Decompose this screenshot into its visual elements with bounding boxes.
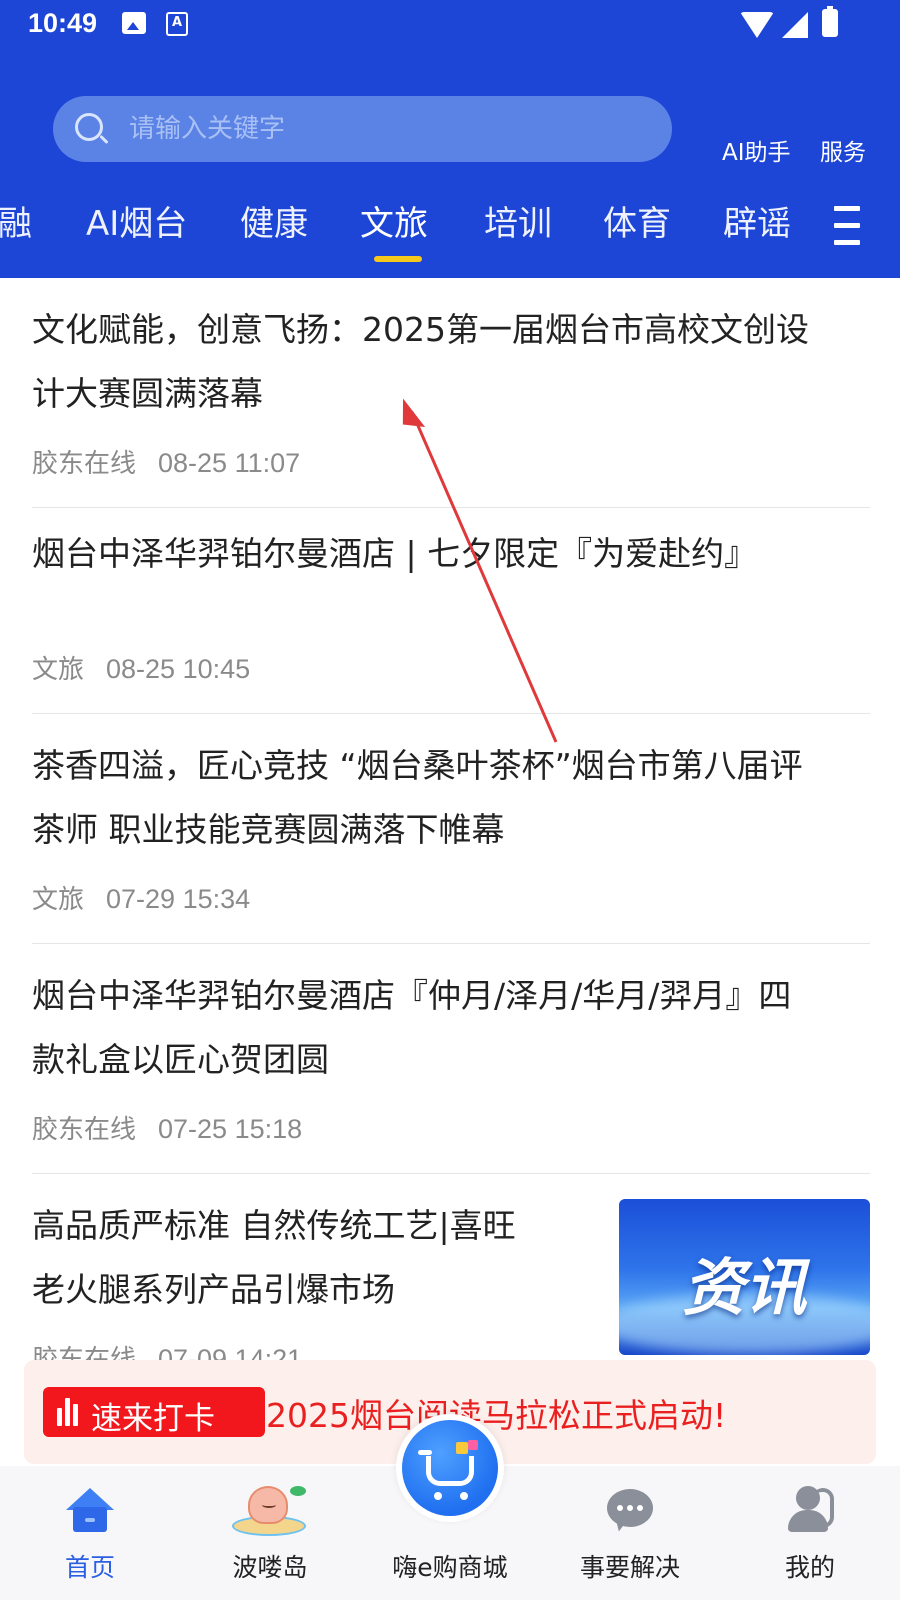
- news-time: 07-25 15:18: [158, 1114, 303, 1144]
- battery-charging-icon: [822, 6, 838, 37]
- news-meta: 胶东在线 07-25 15:18: [32, 1109, 302, 1146]
- a-notification-icon: A: [166, 12, 188, 36]
- news-title: 烟台中泽华羿铂尔曼酒店 | 七夕限定『为爱赴约』: [32, 534, 758, 573]
- news-source: 胶东在线: [32, 1115, 137, 1145]
- category-tabs: 融 AI烟台 健康 文旅 培训 体育 辟谣: [0, 196, 900, 266]
- news-source: 胶东在线: [32, 449, 137, 479]
- news-source: 文旅: [32, 655, 85, 685]
- news-source: 文旅: [32, 885, 85, 915]
- tab-rumor-refute[interactable]: 辟谣: [723, 196, 791, 245]
- list-item[interactable]: 烟台中泽华羿铂尔曼酒店『仲月/泽月/华月/羿月』四 款礼盒以匠心贺团圆 胶东在线…: [32, 944, 870, 1174]
- tab-sports[interactable]: 体育: [603, 196, 671, 245]
- active-tab-indicator: [374, 256, 422, 262]
- check-in-badge[interactable]: 速来打卡: [43, 1387, 265, 1437]
- menu-icon[interactable]: [834, 206, 860, 246]
- search-bar[interactable]: [53, 96, 672, 162]
- tab-ai-yantai[interactable]: AI烟台: [86, 196, 187, 245]
- list-item[interactable]: 茶香四溢，匠心竞技 “烟台桑叶茶杯”烟台市第八届评 茶师 职业技能竞赛圆满落下帷…: [32, 714, 870, 944]
- nav-item-home[interactable]: 首页: [0, 1466, 180, 1600]
- news-meta: 文旅 07-29 15:34: [32, 879, 250, 916]
- news-title: 高品质严标准 自然传统工艺|喜旺 老火腿系列产品引爆市场: [32, 1206, 516, 1309]
- news-time: 08-25 11:07: [158, 448, 301, 478]
- nav-item-mall[interactable]: 嗨e购商城: [360, 1414, 540, 1600]
- tab-training[interactable]: 培训: [484, 196, 552, 245]
- status-icons: [740, 6, 860, 40]
- search-icon: [75, 113, 103, 141]
- list-item[interactable]: 文化赋能，创意飞扬：2025第一届烟台市高校文创设 计大赛圆满落幕 胶东在线 08…: [32, 278, 870, 508]
- island-mascot-icon: [230, 1480, 310, 1540]
- chat-bubble-icon: [607, 1489, 653, 1533]
- news-title: 烟台中泽华羿铂尔曼酒店『仲月/泽月/华月/羿月』四 款礼盒以匠心贺团圆: [32, 976, 792, 1079]
- news-title: 茶香四溢，匠心竞技 “烟台桑叶茶杯”烟台市第八届评 茶师 职业技能竞赛圆满落下帷…: [32, 746, 803, 849]
- app-header: 10:49 A AI助手 服务 融 AI烟台 健康 文旅 培训 体育 辟谣: [0, 0, 900, 278]
- news-time: 08-25 10:45: [106, 654, 251, 684]
- thumbnail-text: 资讯: [682, 1251, 807, 1324]
- search-input[interactable]: [129, 96, 649, 162]
- news-thumbnail[interactable]: 资讯: [619, 1199, 870, 1355]
- news-meta: 文旅 08-25 10:45: [32, 649, 250, 686]
- status-time: 10:49: [28, 8, 98, 38]
- tab-culture-tourism[interactable]: 文旅: [360, 196, 428, 245]
- bar-chart-icon: [57, 1398, 79, 1426]
- nav-item-solve[interactable]: 事要解决: [540, 1466, 720, 1600]
- news-meta: 胶东在线 08-25 11:07: [32, 443, 300, 480]
- bottom-nav: 首页 波喽岛 嗨e购商城 事要解决 我的: [0, 1414, 900, 1600]
- tab-finance[interactable]: 融: [0, 196, 32, 245]
- home-icon: [66, 1488, 114, 1532]
- news-time: 07-29 15:34: [106, 884, 251, 914]
- nav-item-profile[interactable]: 我的: [720, 1466, 900, 1600]
- nav-item-island[interactable]: 波喽岛: [180, 1466, 360, 1600]
- services-link[interactable]: 服务: [820, 133, 866, 167]
- user-icon: [788, 1486, 836, 1532]
- ai-assistant-link[interactable]: AI助手: [722, 133, 791, 167]
- banner-text: 2025烟台阅读马拉松正式启动!: [266, 1396, 727, 1435]
- news-title: 文化赋能，创意飞扬：2025第一届烟台市高校文创设 计大赛圆满落幕: [32, 310, 809, 413]
- wifi-icon: [740, 12, 774, 38]
- list-item[interactable]: 烟台中泽华羿铂尔曼酒店 | 七夕限定『为爱赴约』 文旅 08-25 10:45: [32, 508, 870, 714]
- shopping-cart-icon: [402, 1420, 498, 1516]
- status-bar: 10:49 A: [0, 0, 900, 50]
- image-icon: [122, 12, 146, 34]
- cell-signal-icon: [782, 12, 808, 38]
- tab-health[interactable]: 健康: [240, 196, 308, 245]
